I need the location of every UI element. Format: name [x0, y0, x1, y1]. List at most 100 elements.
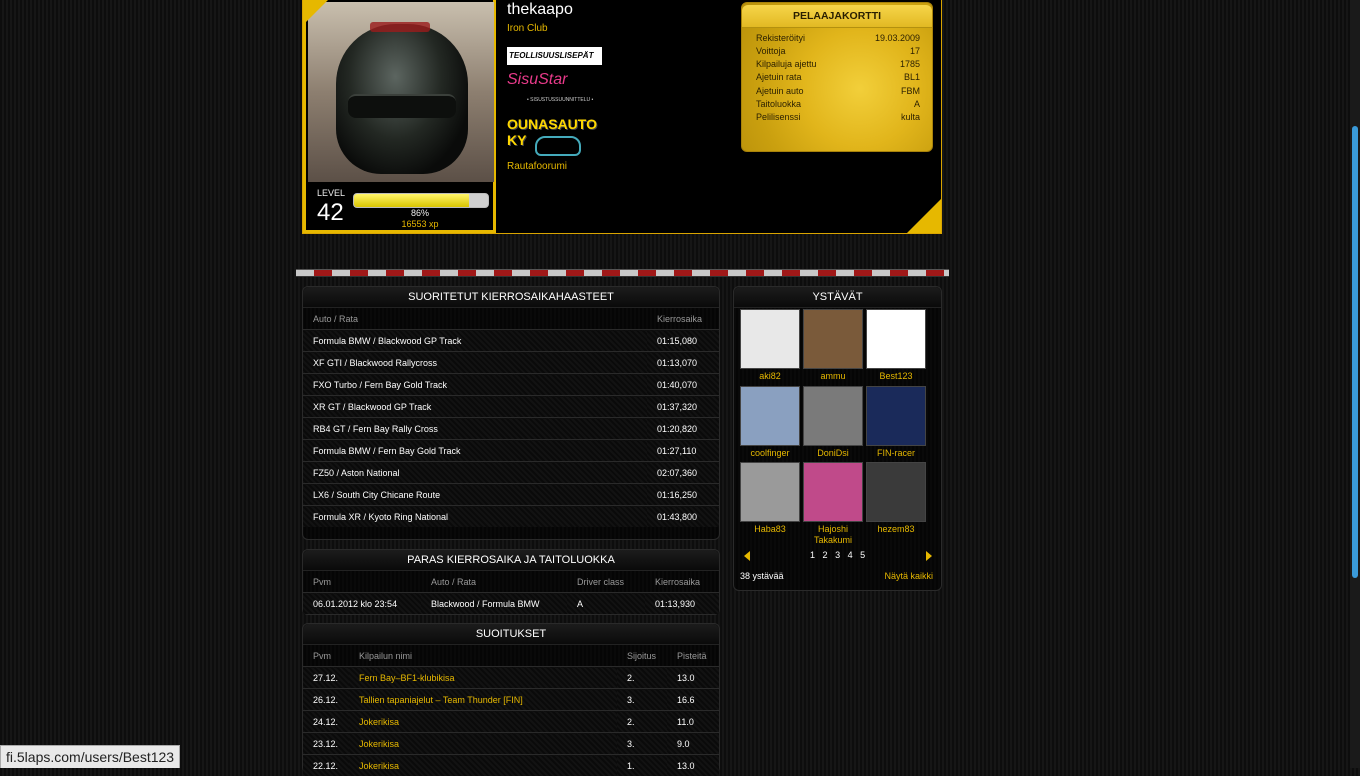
table-row[interactable]: Formula BMW / Blackwood GP Track01:15,08… [303, 330, 719, 352]
table-row[interactable]: LX6 / South City Chicane Route01:16,250 [303, 484, 719, 506]
friend-name[interactable]: FIN-racer [866, 448, 926, 459]
level-number: 42 [317, 199, 344, 227]
friend-name[interactable]: coolfinger [740, 448, 800, 459]
friend-count: 38 ystävää [740, 571, 784, 581]
table-row: 23.12.Jokerikisa3.9.0 [303, 733, 719, 755]
friend-item[interactable]: DoniDsi [803, 386, 863, 459]
friend-name[interactable]: aki82 [740, 371, 800, 382]
column-header: Kierrosaika [647, 308, 719, 330]
profile-photo-frame: LEVEL 42 86% 16553 xp [303, 0, 496, 233]
results-panel: SUOITUKSET Pvm Kilpailun nimi Sijoitus P… [302, 623, 720, 773]
friend-name[interactable]: Haba83 [740, 524, 800, 535]
table-row[interactable]: XR GT / Blackwood GP Track01:37,320 [303, 396, 719, 418]
friend-name[interactable]: DoniDsi [803, 448, 863, 459]
friend-item[interactable]: Hajoshi Takakumi [803, 462, 863, 546]
page-link[interactable]: 1 [810, 550, 815, 560]
table-row: 27.12.Fern Bay–BF1-klubikisa2.13.0 [303, 667, 719, 689]
lap-challenges-table: Auto / RataKierrosaika Formula BMW / Bla… [303, 308, 719, 527]
page-link[interactable]: 5 [860, 550, 865, 560]
friend-item[interactable]: coolfinger [740, 386, 800, 459]
player-card-title: PELAAJAKORTTI [742, 5, 932, 28]
forum-link[interactable]: Rautafoorumi [507, 161, 567, 172]
panel-title: SUORITETUT KIERROSAIKAHAASTEET [303, 287, 719, 308]
race-link[interactable]: Fern Bay–BF1-klubikisa [349, 667, 617, 689]
table-row[interactable]: Formula BMW / Fern Bay Gold Track01:27,1… [303, 440, 719, 462]
table-row[interactable]: Formula XR / Kyoto Ring National01:43,80… [303, 506, 719, 528]
table-row: 22.12.Jokerikisa1.13.0 [303, 755, 719, 776]
sponsor-tagline: • SISUSTUSSUUNNITTELU • [527, 97, 593, 103]
avatar[interactable] [866, 309, 926, 369]
friend-name[interactable]: Best123 [866, 371, 926, 382]
avatar[interactable] [740, 462, 800, 522]
race-link[interactable]: Tallien tapaniajelut – Team Thunder [FIN… [349, 689, 617, 711]
friend-item[interactable]: hezem83 [866, 462, 926, 535]
avatar[interactable] [740, 309, 800, 369]
xp-progress-bar [353, 193, 489, 208]
column-header: Driver class [567, 571, 645, 593]
column-header: Kilpailun nimi [349, 645, 617, 667]
friend-name[interactable]: Hajoshi Takakumi [803, 524, 863, 546]
arrow-right-icon[interactable] [926, 551, 932, 561]
avatar[interactable] [803, 309, 863, 369]
avatar[interactable] [866, 386, 926, 446]
profile-photo[interactable] [308, 2, 494, 182]
sponsor-logo-ounasauto[interactable]: OUNASAUTO KY [507, 116, 602, 158]
level-box: LEVEL 42 86% 16553 xp [309, 182, 492, 228]
sponsor-name: SisuStar [507, 71, 567, 88]
column-header: Auto / Rata [303, 308, 647, 330]
arrow-left-icon[interactable] [744, 551, 750, 561]
page-link[interactable]: 4 [848, 550, 853, 560]
friend-item[interactable]: Best123 [866, 309, 926, 382]
panel-title: YSTÄVÄT [734, 287, 941, 308]
vertical-scrollbar[interactable] [1350, 0, 1360, 768]
best-lap-table: Pvm Auto / Rata Driver class Kierrosaika… [303, 571, 719, 614]
panel-title: PARAS KIERROSAIKA JA TAITOLUOKKA [303, 550, 719, 571]
corner-accent [306, 0, 328, 22]
xp-value: 16553 xp [353, 219, 487, 229]
friends-panel: YSTÄVÄT aki82 ammu Best123 coolfinger Do… [733, 286, 942, 591]
friend-item[interactable]: aki82 [740, 309, 800, 382]
show-all-friends-link[interactable]: Näytä kaikki [884, 571, 933, 581]
card-row: TaitoluokkaA [756, 99, 920, 112]
avatar[interactable] [866, 462, 926, 522]
race-link[interactable]: Jokerikisa [349, 733, 617, 755]
avatar[interactable] [740, 386, 800, 446]
race-link[interactable]: Jokerikisa [349, 755, 617, 776]
club-link[interactable]: Iron Club [507, 23, 548, 34]
card-row: Rekisteröityi19.03.2009 [756, 33, 920, 46]
table-row[interactable]: FXO Turbo / Fern Bay Gold Track01:40,070 [303, 374, 719, 396]
player-card: PELAAJAKORTTI Rekisteröityi19.03.2009 Vo… [741, 2, 933, 152]
profile-header: LEVEL 42 86% 16553 xp thekaapo Iron Club… [302, 0, 942, 234]
friend-item[interactable]: ammu [803, 309, 863, 382]
best-lap-panel: PARAS KIERROSAIKA JA TAITOLUOKKA Pvm Aut… [302, 549, 720, 615]
status-bar-url: fi.5laps.com/users/Best123 [0, 745, 180, 768]
page-link[interactable]: 2 [823, 550, 828, 560]
friend-item[interactable]: FIN-racer [866, 386, 926, 459]
table-row[interactable]: FZ50 / Aston National02:07,360 [303, 462, 719, 484]
column-header: Auto / Rata [421, 571, 567, 593]
friend-name[interactable]: hezem83 [866, 524, 926, 535]
lap-challenges-panel: SUORITETUT KIERROSAIKAHAASTEET Auto / Ra… [302, 286, 720, 540]
panel-title: SUOITUKSET [303, 624, 719, 645]
avatar[interactable] [803, 462, 863, 522]
avatar[interactable] [803, 386, 863, 446]
table-row: 24.12.Jokerikisa2.11.0 [303, 711, 719, 733]
level-label: LEVEL [317, 188, 345, 198]
table-row[interactable]: XF GTI / Blackwood Rallycross01:13,070 [303, 352, 719, 374]
friend-name[interactable]: ammu [803, 371, 863, 382]
card-row: Voittoja17 [756, 46, 920, 59]
table-row: 06.01.2012 klo 23:54Blackwood / Formula … [303, 593, 719, 615]
column-header: Pvm [303, 571, 421, 593]
page-link[interactable]: 3 [835, 550, 840, 560]
table-row[interactable]: RB4 GT / Fern Bay Rally Cross01:20,820 [303, 418, 719, 440]
car-icon [535, 136, 581, 156]
race-link[interactable]: Jokerikisa [349, 711, 617, 733]
sponsor-logo-teollisuuslisepat[interactable]: TEOLLISUUSLISEPÄT OY [507, 47, 602, 65]
friend-item[interactable]: Haba83 [740, 462, 800, 535]
username: thekaapo [507, 1, 573, 19]
sponsor-logo-sisustar[interactable]: SisuStar • SISUSTUSSUUNNITTELU • [507, 71, 602, 105]
friends-pager: 1 2 3 4 5 [740, 549, 936, 563]
scrollbar-thumb[interactable] [1352, 126, 1358, 578]
card-row: Pelilisenssikulta [756, 112, 920, 125]
track-stripe-divider [296, 269, 949, 277]
